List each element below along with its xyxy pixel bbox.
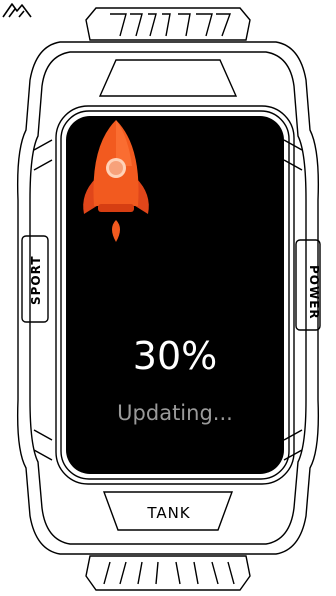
smartwatch-device: SPORT POWER TANK 30% Updating... — [0, 0, 336, 596]
power-button-label[interactable]: POWER — [304, 262, 324, 322]
rocket-icon — [83, 120, 149, 242]
progress-percent: 30% — [132, 334, 218, 378]
watch-screen: 30% Updating... — [66, 116, 284, 474]
brand-logo-icon — [2, 3, 32, 18]
update-status-text: Updating... — [117, 401, 233, 425]
sport-button-label[interactable]: SPORT — [26, 250, 46, 310]
tank-plate-label: TANK — [147, 504, 191, 522]
